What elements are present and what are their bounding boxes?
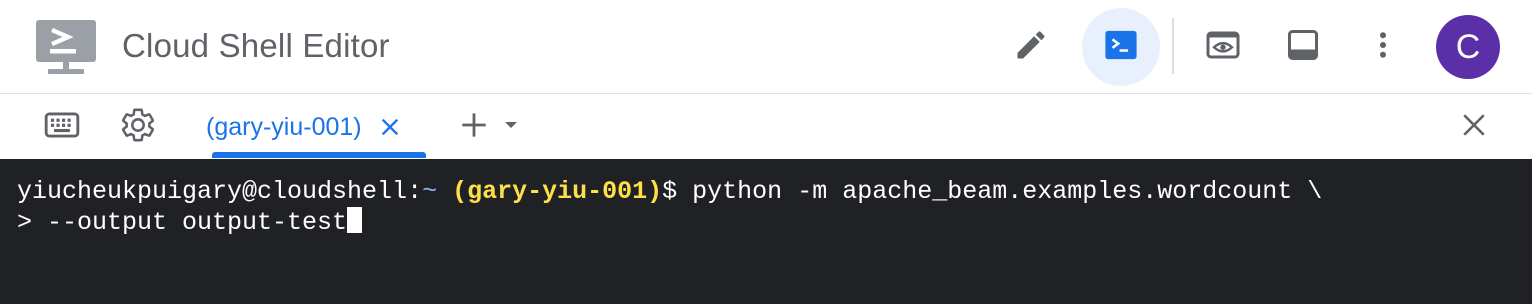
text-cursor bbox=[347, 207, 363, 233]
active-tab-indicator bbox=[212, 152, 426, 158]
tab-gary-yiu-001[interactable]: (gary-yiu-001) bbox=[206, 107, 402, 147]
add-terminal-button[interactable] bbox=[452, 105, 496, 149]
web-preview-icon bbox=[1205, 27, 1241, 68]
app-header: Cloud Shell Editor C bbox=[0, 0, 1532, 94]
open-editor-button[interactable] bbox=[992, 8, 1070, 86]
toggle-panel-button[interactable] bbox=[1264, 8, 1342, 86]
prompt-path: ~ bbox=[422, 177, 438, 206]
terminal-line-2: > --output output-test bbox=[17, 207, 1532, 238]
close-icon bbox=[1461, 112, 1487, 143]
terminal-icon bbox=[1104, 28, 1138, 67]
close-terminal-button[interactable] bbox=[1452, 105, 1496, 149]
more-vert-icon bbox=[1365, 27, 1401, 68]
bottom-panel-icon bbox=[1285, 27, 1321, 68]
account-avatar[interactable]: C bbox=[1436, 15, 1500, 79]
terminal-settings-button[interactable] bbox=[116, 105, 160, 149]
continuation-prompt: > bbox=[17, 208, 48, 237]
keyboard-button[interactable] bbox=[40, 105, 84, 149]
tab-label: (gary-yiu-001) bbox=[206, 113, 362, 141]
command-text-continued: --output output-test bbox=[47, 208, 348, 237]
terminal-line-1: yiucheukpuigary@cloudshell:~ (gary-yiu-0… bbox=[17, 177, 1532, 207]
prompt-user: yiucheukpuigary@cloudshell: bbox=[17, 177, 423, 206]
terminal-dropdown-button[interactable] bbox=[498, 105, 524, 149]
prompt-project: (gary-yiu-001) bbox=[452, 177, 663, 206]
open-terminal-button[interactable] bbox=[1082, 8, 1160, 86]
cloud-shell-logo-icon bbox=[34, 18, 98, 76]
web-preview-button[interactable] bbox=[1184, 8, 1262, 86]
more-options-button[interactable] bbox=[1344, 8, 1422, 86]
gear-icon bbox=[119, 106, 157, 149]
keyboard-icon bbox=[43, 106, 81, 149]
plus-icon bbox=[460, 111, 488, 144]
header-divider bbox=[1172, 18, 1174, 74]
chevron-down-icon bbox=[502, 116, 520, 139]
prompt-symbol: $ bbox=[662, 177, 693, 206]
terminal-output[interactable]: yiucheukpuigary@cloudshell:~ (gary-yiu-0… bbox=[0, 159, 1532, 304]
terminal-tab-bar: (gary-yiu-001) bbox=[0, 95, 1532, 159]
pencil-icon bbox=[1013, 27, 1049, 68]
app-title: Cloud Shell Editor bbox=[122, 27, 390, 64]
command-text: python -m apache_beam.examples.wordcount… bbox=[692, 177, 1323, 206]
close-tab-icon[interactable] bbox=[378, 115, 402, 139]
